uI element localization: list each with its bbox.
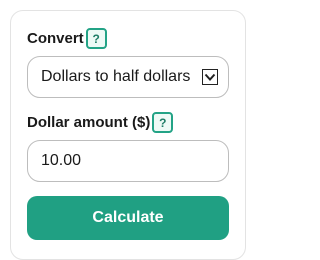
chevron-down-icon: [202, 69, 218, 85]
converter-card: Convert ? Dollars to half dollars Dollar…: [10, 10, 246, 260]
dollar-amount-label: Dollar amount ($): [27, 114, 151, 131]
convert-select-value: Dollars to half dollars: [41, 68, 191, 85]
amount-help-button[interactable]: ?: [152, 112, 174, 133]
calculate-button[interactable]: Calculate: [27, 196, 229, 240]
convert-select[interactable]: Dollars to half dollars: [27, 56, 229, 98]
convert-label: Convert: [27, 30, 84, 47]
convert-help-button[interactable]: ?: [85, 28, 107, 49]
dollar-amount-input[interactable]: [27, 140, 229, 182]
convert-label-row: Convert ?: [27, 28, 107, 49]
amount-label-row: Dollar amount ($) ?: [27, 112, 174, 133]
